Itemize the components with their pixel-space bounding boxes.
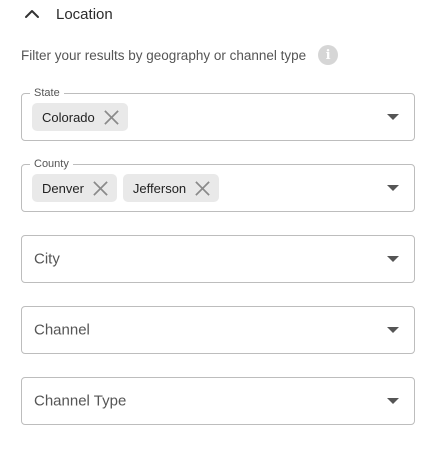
channel-placeholder: Channel [34,321,90,339]
remove-chip-icon[interactable] [103,109,120,126]
remove-chip-icon[interactable] [194,180,211,197]
location-section-header[interactable]: Location [24,0,113,28]
dropdown-caret-icon[interactable] [387,256,399,262]
location-filter-panel: Location Filter your results by geograph… [0,0,436,453]
dropdown-caret-icon[interactable] [387,114,399,120]
county-select[interactable]: County Denver Jefferson [21,157,415,212]
chip-label: Denver [42,180,84,196]
chip-label: Jefferson [132,180,187,196]
county-label: County [30,157,73,171]
chip-jefferson: Jefferson [122,174,220,202]
county-chips: Denver Jefferson [32,174,220,202]
channel-type-select[interactable]: Channel Type [21,377,415,425]
dropdown-caret-icon[interactable] [387,327,399,333]
section-description-row: Filter your results by geography or chan… [21,44,339,66]
state-label: State [30,86,64,100]
section-title: Location [56,5,113,23]
city-placeholder: City [34,250,60,268]
dropdown-caret-icon[interactable] [387,185,399,191]
chip-label: Colorado [42,109,95,125]
dropdown-caret-icon[interactable] [387,398,399,404]
chip-colorado: Colorado [32,103,128,131]
section-description: Filter your results by geography or chan… [21,47,307,63]
channel-type-placeholder: Channel Type [34,392,127,410]
state-chips: Colorado [32,103,128,131]
state-select[interactable]: State Colorado [21,86,415,141]
chip-denver: Denver [32,174,117,202]
channel-select[interactable]: Channel [21,306,415,354]
city-select[interactable]: City [21,235,415,283]
remove-chip-icon[interactable] [92,180,109,197]
chevron-up-icon[interactable] [24,6,40,22]
info-icon[interactable]: i [318,45,339,65]
